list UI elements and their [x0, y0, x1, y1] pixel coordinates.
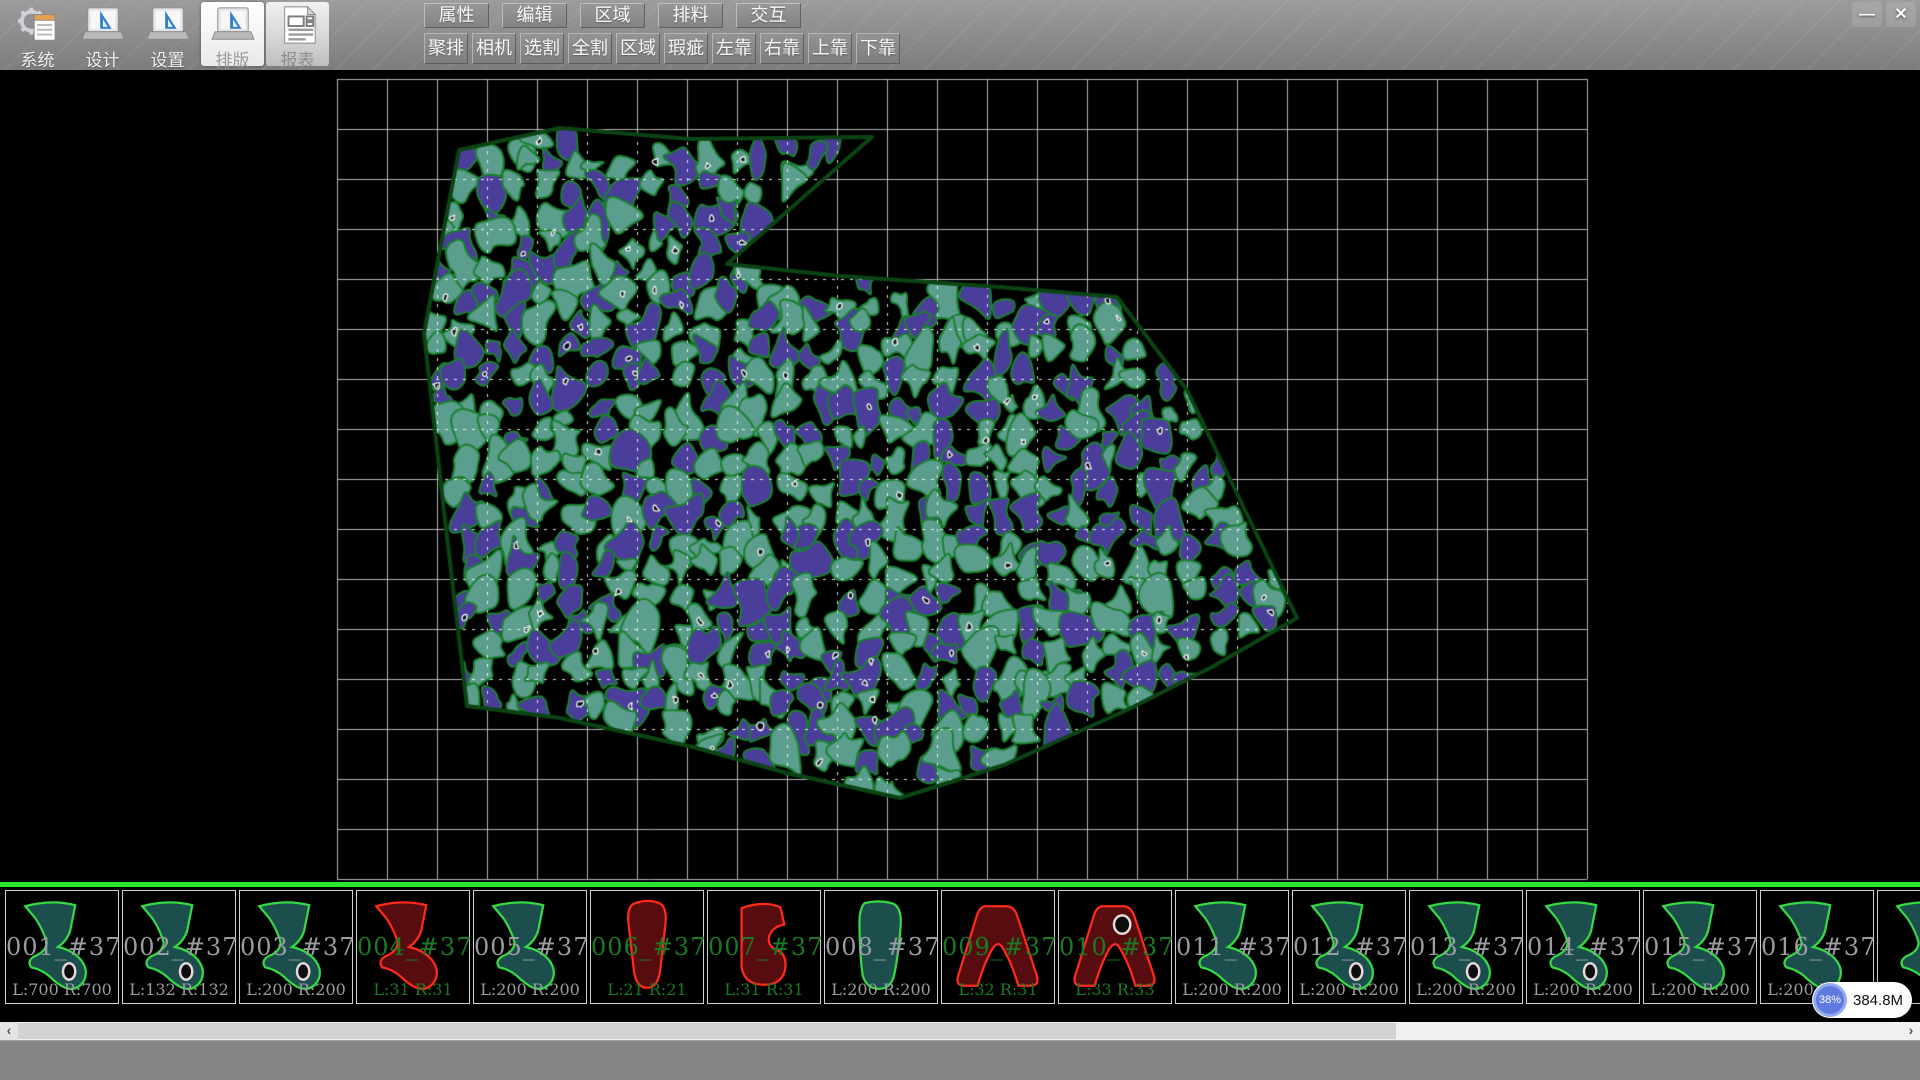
piece-count: L:200 R:200	[1644, 980, 1756, 999]
workspace	[0, 70, 1920, 882]
close-button[interactable]: ✕	[1886, 2, 1916, 27]
piece-thumbnail[interactable]: 004_#37 L:31 R:31	[356, 890, 470, 1004]
piece-id: 008_#37	[825, 933, 937, 961]
layout-icon	[210, 5, 256, 45]
app-label: 设计	[86, 46, 120, 71]
piece-thumbnail[interactable]: 015_#37 L:200 R:200	[1643, 890, 1757, 1004]
piece-id: 006_#37	[591, 933, 703, 961]
piece-id: 007_#37	[708, 933, 820, 961]
piece-id: 003_#37	[240, 933, 352, 961]
tool-button[interactable]: 左靠	[712, 33, 756, 64]
piece-id: 009_#37	[942, 933, 1054, 961]
piece-id: 0	[1878, 933, 1920, 961]
app-label: 排版	[216, 46, 250, 71]
system-icon	[15, 5, 61, 45]
piece-id: 002_#37	[123, 933, 235, 961]
download-progress-badge[interactable]: 38% 384.8M	[1812, 982, 1912, 1018]
menu-tab[interactable]: 排料	[658, 3, 723, 28]
piece-thumbnail[interactable]: 002_#37 L:132 R:132	[122, 890, 236, 1004]
app-button[interactable]: 系统	[6, 2, 69, 66]
piece-thumbnail[interactable]: 012_#37 L:200 R:200	[1292, 890, 1406, 1004]
piece-thumbnail[interactable]: 006_#37 L:21 R:21	[590, 890, 704, 1004]
tool-button[interactable]: 瑕疵	[664, 33, 708, 64]
piece-thumbnail[interactable]: 003_#37 L:200 R:200	[239, 890, 353, 1004]
piece-thumbnail[interactable]: 005_#37 L:200 R:200	[473, 890, 587, 1004]
tool-button[interactable]: 聚排	[424, 33, 468, 64]
piece-count: L:31 R:31	[708, 980, 820, 999]
app-label: 设置	[151, 46, 185, 71]
piece-count: L:21 R:21	[591, 980, 703, 999]
piece-thumbnail[interactable]: 011_#37 L:200 R:200	[1175, 890, 1289, 1004]
piece-count: L:200 R:200	[1410, 980, 1522, 999]
application-window: 系统 设计 设置 排版 报表	[0, 0, 1920, 1080]
piece-count: L:200 R:200	[240, 980, 352, 999]
tool-button[interactable]: 选割	[520, 33, 564, 64]
status-bar	[0, 1040, 1920, 1080]
piece-id: 012_#37	[1293, 933, 1405, 961]
app-label: 系统	[21, 46, 55, 71]
menu-area: 属性 编辑 区域 排料 交互 聚排 相机 选割 全	[424, 0, 900, 64]
minimize-button[interactable]: —	[1852, 2, 1882, 27]
piece-thumbnail[interactable]: 014_#37 L:200 R:200	[1526, 890, 1640, 1004]
horizontal-scrollbar[interactable]: ‹ ›	[0, 1022, 1920, 1040]
menu-tab[interactable]: 属性	[424, 3, 489, 28]
menu-tab-row: 属性 编辑 区域 排料 交互	[424, 3, 900, 28]
piece-thumbnail[interactable]: 001_#37 L:700 R:700	[5, 890, 119, 1004]
tool-button[interactable]: 上靠	[808, 33, 852, 64]
piece-id: 015_#37	[1644, 933, 1756, 961]
tool-button[interactable]: 下靠	[856, 33, 900, 64]
tool-button[interactable]: 全割	[568, 33, 612, 64]
piece-count: L:32 R:31	[942, 980, 1054, 999]
scroll-right-button[interactable]: ›	[1902, 1022, 1920, 1040]
window-controls: — ✕	[1852, 2, 1916, 27]
tool-button[interactable]: 相机	[472, 33, 516, 64]
nesting-canvas[interactable]	[0, 70, 1920, 882]
tool-button-row: 聚排 相机 选割 全割 区域 瑕疵 左靠 右靠 上靠 下靠	[424, 33, 900, 64]
piece-id: 013_#37	[1410, 933, 1522, 961]
menu-tab[interactable]: 区域	[580, 3, 645, 28]
piece-count: L:200 R:200	[1176, 980, 1288, 999]
piece-count: L:31 R:31	[357, 980, 469, 999]
report-icon	[275, 5, 321, 45]
toolbar-ribbon: 系统 设计 设置 排版 报表	[0, 0, 1920, 70]
piece-count: L:700 R:700	[6, 980, 118, 999]
piece-id: 004_#37	[357, 933, 469, 961]
menu-tab[interactable]: 编辑	[502, 3, 567, 28]
piece-id: 005_#37	[474, 933, 586, 961]
app-button[interactable]: 报表	[266, 2, 329, 66]
piece-thumbnail[interactable]: 013_#37 L:200 R:200	[1409, 890, 1523, 1004]
progress-percent-badge: 38%	[1813, 983, 1847, 1017]
piece-thumbnail[interactable]: 008_#37 L:200 R:200	[824, 890, 938, 1004]
app-switcher: 系统 设计 设置 排版 报表	[6, 2, 329, 66]
scroll-left-button[interactable]: ‹	[0, 1022, 18, 1040]
piece-id: 001_#37	[6, 933, 118, 961]
app-button[interactable]: 设置	[136, 2, 199, 66]
piece-thumbnail[interactable]: 007_#37 L:31 R:31	[707, 890, 821, 1004]
app-button[interactable]: 排版	[201, 2, 264, 66]
piece-thumbnail[interactable]: 009_#37 L:32 R:31	[941, 890, 1055, 1004]
app-button[interactable]: 设计	[71, 2, 134, 66]
piece-count: L:200 R:200	[1293, 980, 1405, 999]
piece-id: 011_#37	[1176, 933, 1288, 961]
piece-thumbnail[interactable]: 010_#37 L:33 R:33	[1058, 890, 1172, 1004]
design-icon	[80, 5, 126, 45]
pieces-strip: 001_#37 L:700 R:700 002_#37 L:132 R:132 …	[0, 887, 1920, 1008]
piece-id: 016_#37	[1761, 933, 1873, 961]
menu-tab[interactable]: 交互	[736, 3, 801, 28]
progress-size-label: 384.8M	[1853, 992, 1903, 1009]
settings-icon	[145, 5, 191, 45]
piece-id: 014_#37	[1527, 933, 1639, 961]
piece-count: L:132 R:132	[123, 980, 235, 999]
piece-count: L:200 R:200	[474, 980, 586, 999]
scrollbar-thumb[interactable]	[18, 1023, 1396, 1039]
piece-count: L:200 R:200	[1527, 980, 1639, 999]
piece-count: L:200 R:200	[825, 980, 937, 999]
piece-count: L:33 R:33	[1059, 980, 1171, 999]
app-label: 报表	[281, 46, 315, 71]
tool-button[interactable]: 右靠	[760, 33, 804, 64]
tool-button[interactable]: 区域	[616, 33, 660, 64]
piece-id: 010_#37	[1059, 933, 1171, 961]
